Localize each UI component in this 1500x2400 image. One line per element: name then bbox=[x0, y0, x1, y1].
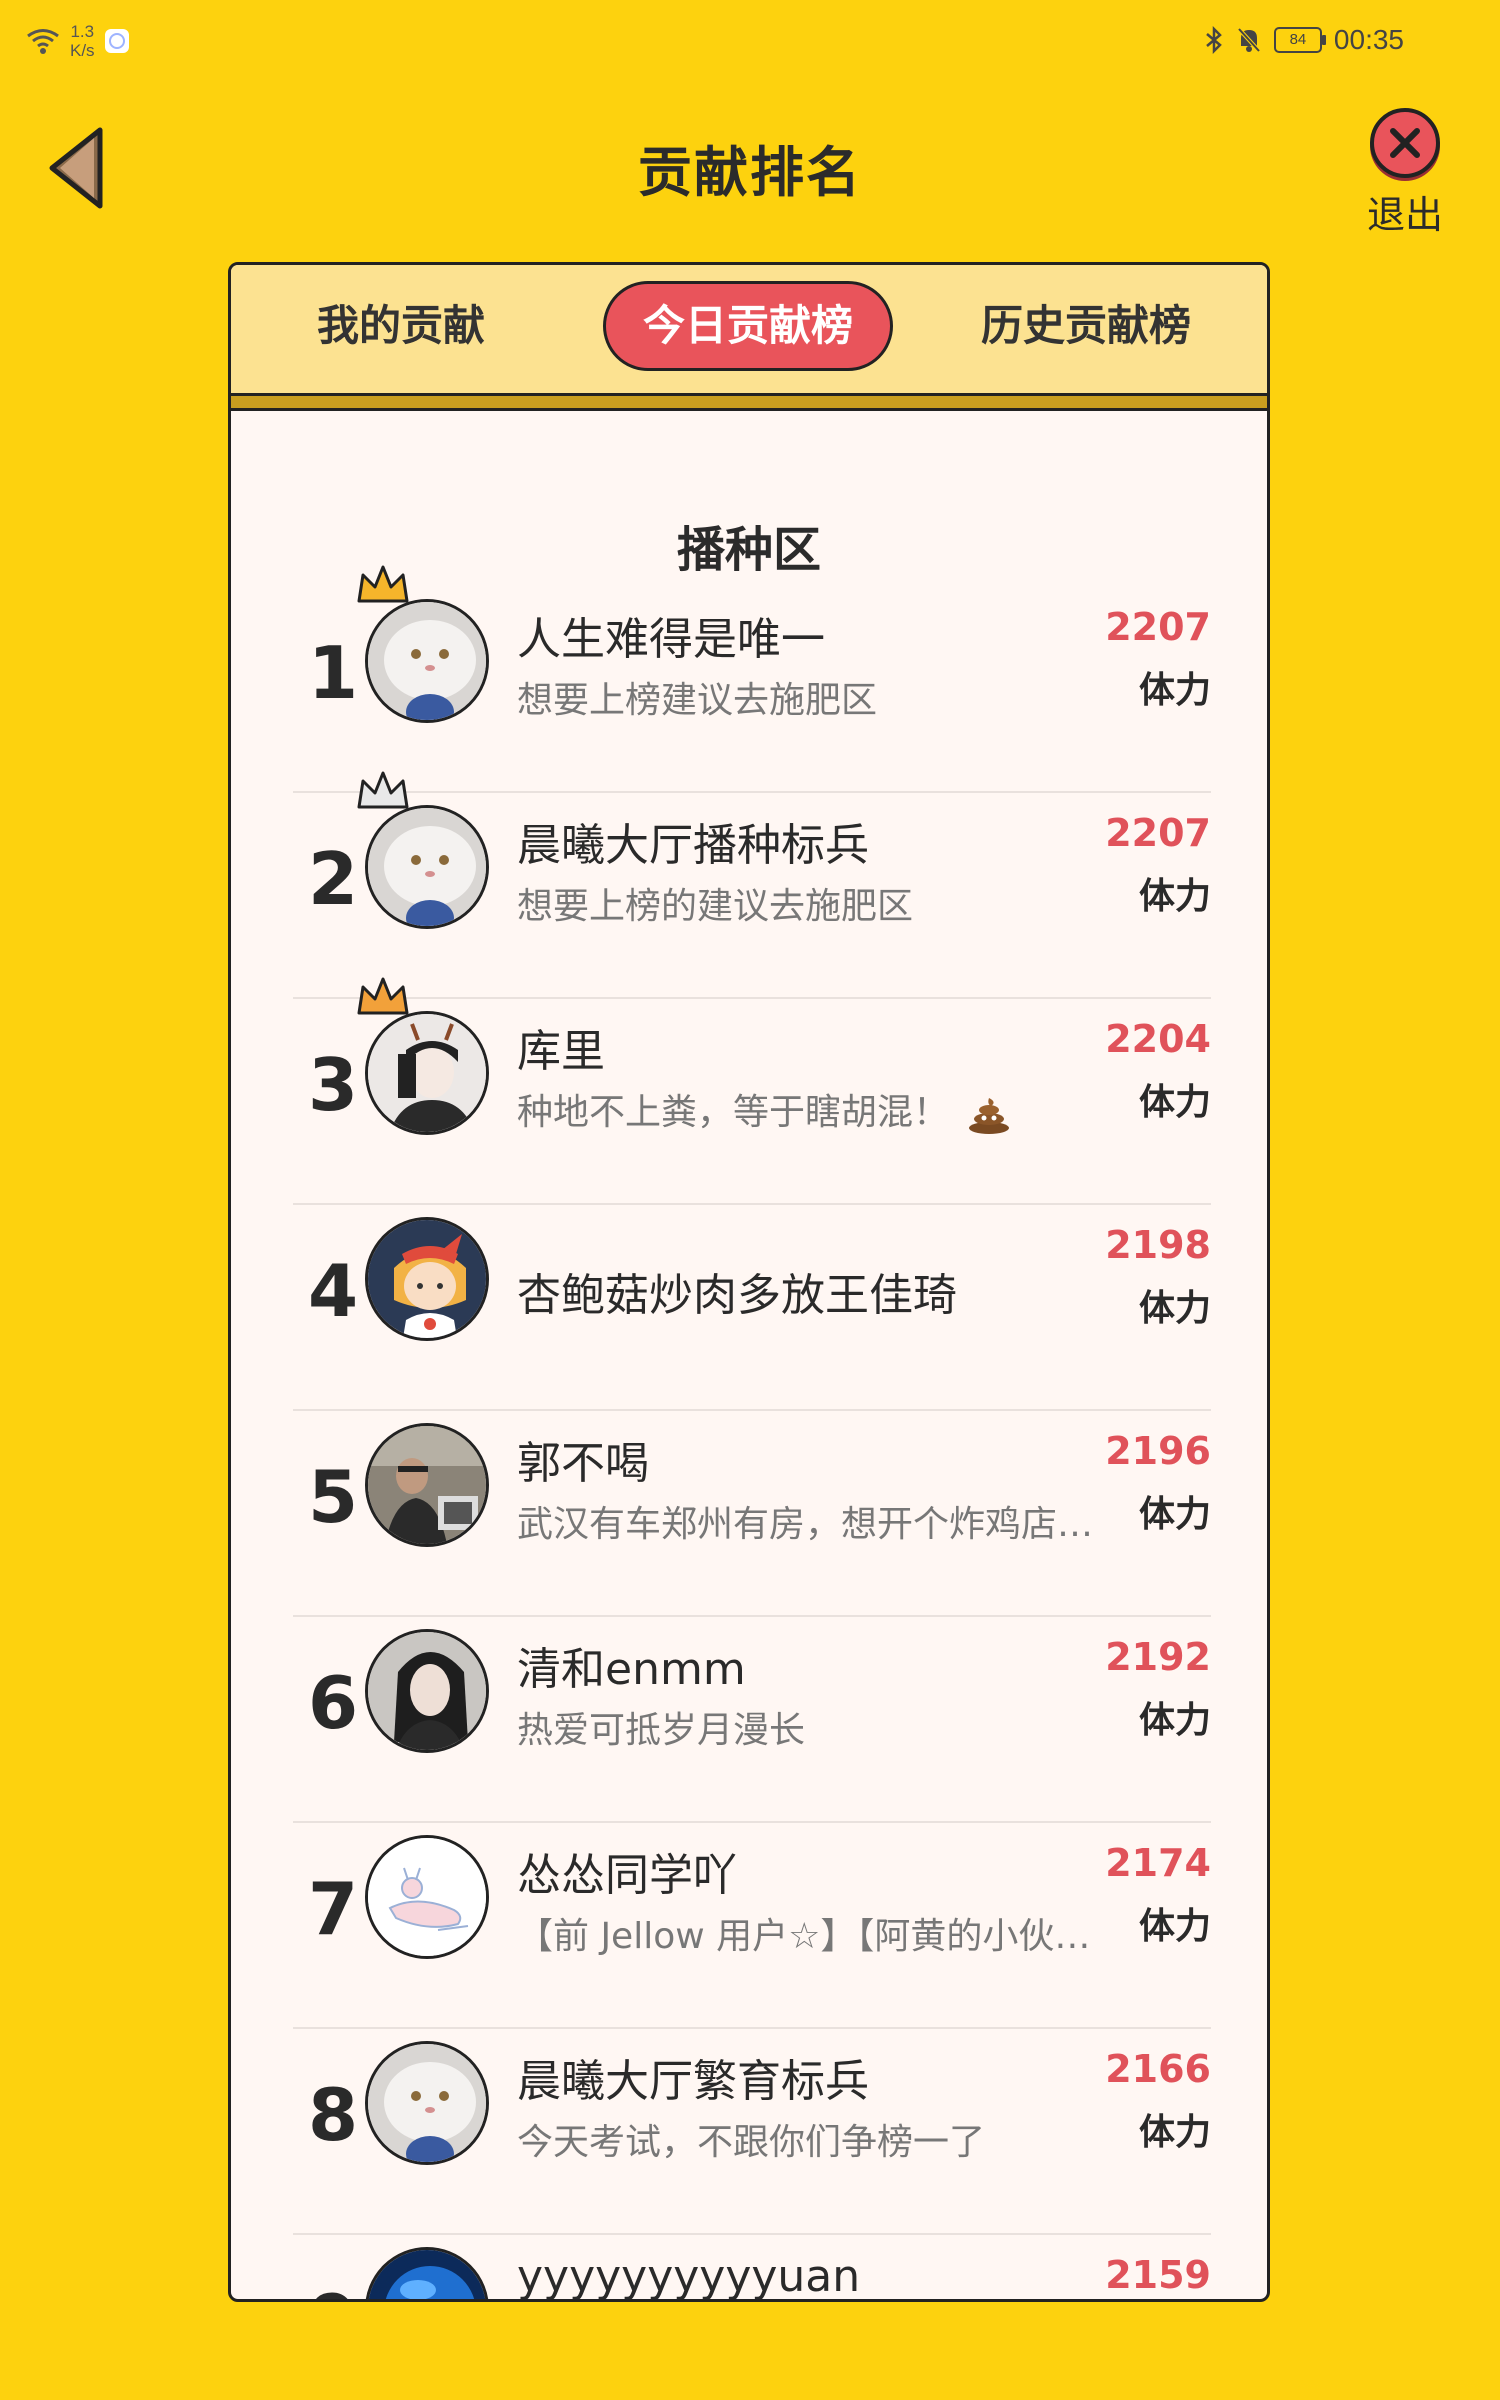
avatar[interactable] bbox=[365, 1629, 489, 1753]
ranking-row[interactable]: 3 库里 种地不上粪，等于瞎胡混！ 2204 体力 bbox=[293, 977, 1211, 1205]
poop-emoji-icon bbox=[969, 1098, 1010, 1134]
close-icon bbox=[1370, 108, 1440, 178]
tab-bar-shadow bbox=[231, 396, 1267, 411]
score-value: 2204 bbox=[1105, 1017, 1211, 1061]
ranking-row[interactable]: 9 yyyyyyyyyyuan 2159 体力 bbox=[293, 2233, 1211, 2302]
user-bio: 【前 Jellow 用户☆】【阿黄的小伙伴】 bbox=[517, 1916, 1097, 1957]
avatar[interactable] bbox=[365, 1835, 489, 1959]
ranking-row[interactable]: 8 晨曦大厅繁育标兵 今天考试，不跟你们争榜一了 2166 体力 bbox=[293, 2027, 1211, 2235]
rank-number: 4 bbox=[307, 1249, 359, 1333]
score-value: 2196 bbox=[1105, 1429, 1211, 1473]
ranking-row[interactable]: 4 杏鲍菇炒肉多放王佳琦 2198 体力 bbox=[293, 1203, 1211, 1411]
user-bio-text: 种地不上粪，等于瞎胡混！ bbox=[517, 1092, 950, 1133]
ranking-row[interactable]: 7 怂怂同学吖 【前 Jellow 用户☆】【阿黄的小伙伴】 2174 体力 bbox=[293, 1821, 1211, 2029]
silver-crown-icon bbox=[357, 771, 409, 809]
rank-number: 9 bbox=[303, 2279, 363, 2299]
score-unit: 体力 bbox=[1138, 1082, 1211, 1123]
bronze-crown-icon bbox=[357, 977, 409, 1015]
bell-muted-icon bbox=[1237, 27, 1261, 53]
network-speed-unit: K/s bbox=[70, 41, 95, 60]
user-name: 库里 bbox=[517, 1026, 605, 1077]
network-speed-value: 1.3 bbox=[70, 22, 95, 41]
score-unit: 体力 bbox=[1138, 2112, 1211, 2153]
status-right: 84 00:35 bbox=[1204, 24, 1404, 56]
score-value: 2159 bbox=[1105, 2253, 1211, 2297]
rank-number: 6 bbox=[307, 1661, 359, 1745]
user-name: yyyyyyyyyyuan bbox=[517, 2251, 861, 2302]
score-value: 2207 bbox=[1105, 605, 1211, 649]
score-value: 2207 bbox=[1105, 811, 1211, 855]
wifi-icon bbox=[27, 29, 59, 54]
tab-history-ranking[interactable]: 历史贡献榜 bbox=[941, 281, 1231, 371]
user-name: 怂怂同学吖 bbox=[517, 1850, 737, 1901]
user-bio: 武汉有车郑州有房，想开个炸鸡店，哦不，是炸鸡店... bbox=[517, 1504, 1097, 1545]
score-unit: 体力 bbox=[1138, 1700, 1211, 1741]
rank-number: 5 bbox=[307, 1455, 359, 1539]
ranking-row[interactable]: 5 郭不喝 武汉有车郑州有房，想开个炸鸡店，哦不，是炸鸡店... 2196 体力 bbox=[293, 1409, 1211, 1617]
app-notification-icon bbox=[104, 29, 129, 53]
rank-number: 1 bbox=[307, 631, 359, 715]
avatar[interactable] bbox=[365, 1423, 489, 1547]
ranking-row[interactable]: 6 清和enmm 热爱可抵岁月漫长 2192 体力 bbox=[293, 1615, 1211, 1823]
rank-number: 2 bbox=[307, 837, 359, 921]
score-unit: 体力 bbox=[1138, 1288, 1211, 1329]
rank-number: 8 bbox=[307, 2073, 359, 2157]
score-value: 2192 bbox=[1105, 1635, 1211, 1679]
user-bio: 种地不上粪，等于瞎胡混！ bbox=[517, 1083, 1097, 1135]
tab-today-ranking[interactable]: 今日贡献榜 bbox=[603, 281, 893, 371]
avatar[interactable] bbox=[365, 1217, 489, 1341]
ranking-row[interactable]: 1 人生难得是唯一 想要上榜建议去施肥区 2207 体力 bbox=[293, 565, 1211, 793]
ranking-row[interactable]: 2 晨曦大厅播种标兵 想要上榜的建议去施肥区 2207 体力 bbox=[293, 771, 1211, 999]
score-value: 2174 bbox=[1105, 1841, 1211, 1885]
avatar[interactable] bbox=[365, 805, 489, 929]
user-name: 清和enmm bbox=[517, 1644, 746, 1695]
user-bio: 今天考试，不跟你们争榜一了 bbox=[517, 2122, 986, 2163]
bluetooth-icon bbox=[1206, 26, 1222, 54]
page-title: 贡献排名 bbox=[638, 141, 862, 204]
score-unit: 体力 bbox=[1138, 876, 1211, 917]
exit-label: 退出 bbox=[1366, 193, 1443, 237]
user-bio: 想要上榜的建议去施肥区 bbox=[517, 886, 914, 927]
user-name: 杏鲍菇炒肉多放王佳琦 bbox=[517, 1270, 957, 1321]
user-bio: 热爱可抵岁月漫长 bbox=[517, 1710, 806, 1751]
tab-my-contribution[interactable]: 我的贡献 bbox=[271, 281, 531, 371]
score-unit: 体力 bbox=[1138, 1906, 1211, 1947]
gold-crown-icon bbox=[357, 565, 409, 603]
rank-number: 3 bbox=[307, 1043, 359, 1127]
avatar[interactable] bbox=[365, 2041, 489, 2165]
score-value: 2166 bbox=[1105, 2047, 1211, 2091]
battery-indicator: 84 bbox=[1273, 27, 1326, 53]
avatar[interactable] bbox=[365, 2247, 489, 2299]
status-bar: 1.3 K/s 84 00:35 bbox=[0, 0, 1500, 80]
score-unit: 体力 bbox=[1138, 1494, 1211, 1535]
user-name: 晨曦大厅播种标兵 bbox=[517, 820, 869, 871]
user-name: 郭不喝 bbox=[517, 1438, 649, 1489]
avatar[interactable] bbox=[365, 599, 489, 723]
status-left: 1.3 K/s bbox=[26, 22, 129, 60]
rank-number: 7 bbox=[307, 1867, 359, 1951]
status-time: 00:35 bbox=[1333, 24, 1404, 55]
ranking-panel: 我的贡献 今日贡献榜 历史贡献榜 播种区 1 人生难得是唯一 想要上榜建议去施肥… bbox=[228, 262, 1270, 2302]
user-name: 晨曦大厅繁育标兵 bbox=[517, 2056, 869, 2107]
network-speed: 1.3 K/s bbox=[70, 22, 95, 60]
exit-button[interactable]: 退出 bbox=[1360, 108, 1450, 239]
user-bio: 想要上榜建议去施肥区 bbox=[517, 680, 878, 721]
avatar[interactable] bbox=[365, 1011, 489, 1135]
score-unit: 体力 bbox=[1138, 670, 1211, 711]
score-value: 2198 bbox=[1105, 1223, 1211, 1267]
user-name: 人生难得是唯一 bbox=[517, 614, 825, 665]
tab-bar: 我的贡献 今日贡献榜 历史贡献榜 bbox=[231, 265, 1267, 396]
